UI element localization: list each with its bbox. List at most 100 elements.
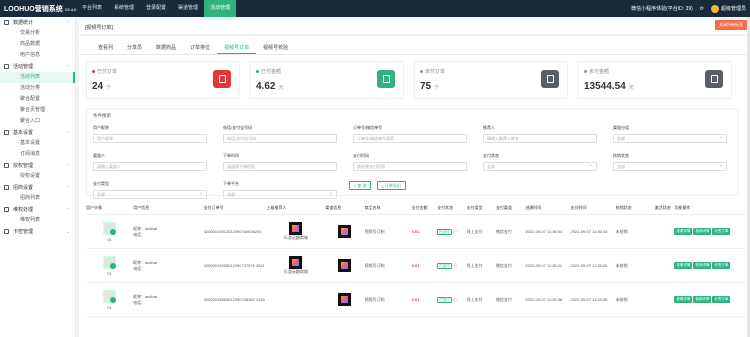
sidebar-group[interactable]: 卡密管理 ⌄: [0, 226, 75, 237]
refresh-icon[interactable]: ⟳: [700, 6, 704, 12]
user-info-cell: 昵称：axdhat 电话：: [133, 226, 204, 238]
tab[interactable]: 查看列: [91, 42, 120, 54]
filter-select[interactable]: 全部: [613, 162, 727, 171]
user-avatar[interactable]: [103, 289, 117, 303]
tab[interactable]: 数据商品: [149, 42, 183, 54]
nav-item[interactable]: 渠道管理: [172, 0, 204, 17]
column-header[interactable]: 核销状态: [616, 205, 655, 211]
sidebar-item[interactable]: 招商列表: [0, 193, 75, 204]
nav-item[interactable]: 活动管理: [204, 0, 237, 17]
tab[interactable]: 视频号校验: [256, 42, 295, 54]
tab[interactable]: 视频号订单: [217, 42, 257, 54]
mini-program-selector[interactable]: 微信小程序体验(平台ID: 39): [631, 5, 693, 12]
close-all-tabs-button[interactable]: 关闭所有标签: [715, 20, 747, 30]
paid-cell: 2022-09-07 11:35:26: [570, 263, 608, 268]
action-button[interactable]: 核销详情: [693, 228, 712, 235]
column-header[interactable]: 创建时间: [525, 205, 570, 211]
info-icon[interactable]: ⓘ: [452, 297, 457, 302]
filter-input[interactable]: 请选择支付时间: [353, 162, 467, 171]
avatar-cell: 01: [86, 221, 133, 242]
nav-item[interactable]: 登录配置: [140, 0, 172, 17]
referrer-cell: 乐游云趣商城: [266, 222, 325, 241]
ptype-cell: 线上支付: [466, 262, 483, 268]
stat-value-number: 4.62: [256, 81, 276, 92]
sidebar-item[interactable]: 聚合入口: [0, 116, 75, 127]
product-name: 视频号订制: [364, 296, 385, 302]
filter-input[interactable]: 请输入渠道人: [93, 162, 207, 171]
sidebar-item[interactable]: 活动分类: [0, 83, 75, 94]
sidebar-item[interactable]: 授权设置: [0, 171, 75, 182]
breadcrumb-tag[interactable]: [视频号订单]: [85, 24, 113, 31]
channel-qr: [338, 259, 352, 272]
action-button[interactable]: 核销详情: [693, 262, 712, 269]
column-header[interactable]: 用户头像: [86, 205, 133, 211]
column-header[interactable]: 支付金额: [412, 205, 438, 211]
search-button-label: 查 询: [357, 183, 367, 188]
sidebar-group[interactable]: 基本设置 ⌃: [0, 127, 75, 138]
sidebar-item[interactable]: 交易分析: [0, 28, 75, 39]
action-button[interactable]: 查看详情: [674, 296, 693, 303]
sidebar-item[interactable]: 活动列表: [0, 72, 75, 83]
user-avatar[interactable]: [103, 255, 117, 269]
column-header[interactable]: 上级推荐人: [266, 205, 325, 211]
sidebar-group[interactable]: 招商设置 ⌃: [0, 182, 75, 193]
sidebar-group-label: 基本设置: [13, 130, 34, 136]
column-header[interactable]: 支付订单号: [204, 205, 267, 211]
sidebar-group[interactable]: 活动管理 ⌃: [0, 61, 75, 72]
sidebar-item[interactable]: 商品数据: [0, 39, 75, 50]
filter-input[interactable]: 订单号/微信单号搜索: [353, 134, 467, 143]
sidebar-item[interactable]: 基本设置: [0, 138, 75, 149]
stat-unit: 个: [106, 85, 112, 91]
sidebar-item[interactable]: 用户信息: [0, 50, 75, 61]
user-avatar[interactable]: [103, 221, 117, 235]
filter-input[interactable]: 用户昵称: [93, 134, 207, 143]
column-header[interactable]: 渠道信息: [325, 205, 364, 211]
filter-select[interactable]: 全部: [93, 190, 207, 199]
action-button[interactable]: 补签订单: [712, 262, 731, 269]
order-number: 42000015912012090780006291: [203, 229, 262, 234]
sidebar-group[interactable]: 数据统计 ⌃: [0, 17, 75, 28]
filter-input[interactable]: 请输入推荐人姓名: [483, 134, 597, 143]
column-header[interactable]: 支付类型: [467, 205, 496, 211]
search-button[interactable]: ⌕ 查 询: [349, 181, 372, 190]
action-button[interactable]: 补签订单: [712, 296, 731, 303]
sidebar-group-label: 活动管理: [13, 64, 34, 70]
sidebar-group[interactable]: 授权管理 ⌃: [0, 160, 75, 171]
column-header[interactable]: 支付时间: [570, 205, 615, 211]
action-button[interactable]: 补签订单: [712, 228, 731, 235]
referrer-name: 乐游云趣商城: [283, 235, 308, 240]
export-button[interactable]: ⤓ 订单导出: [377, 181, 406, 190]
info-icon[interactable]: ⓘ: [452, 263, 457, 268]
column-header[interactable]: 用户信息: [133, 205, 204, 211]
action-button[interactable]: 查看详情: [674, 262, 693, 269]
filter-input[interactable]: 电话/支付宝号码: [223, 134, 337, 143]
menu-icon: [4, 130, 9, 135]
sidebar-group[interactable]: 维权处理 ⌃: [0, 204, 75, 215]
tab[interactable]: 分享员: [120, 42, 149, 54]
action-button[interactable]: 核销详情: [693, 296, 712, 303]
sidebar-item[interactable]: 维权列表: [0, 215, 75, 226]
app-logo[interactable]: LOOHUO营销系统 V3.4.0: [0, 4, 76, 14]
tab[interactable]: 订单排位: [183, 42, 217, 54]
user-menu[interactable]: 超级管理员: [710, 4, 746, 13]
column-header[interactable]: 商品名称: [365, 205, 412, 211]
filter-input[interactable]: 请选择下单时间: [223, 162, 337, 171]
sidebar-item[interactable]: 聚合页管理: [0, 105, 75, 116]
filter-select[interactable]: 全部: [613, 134, 727, 143]
filter-label: 渠道分组: [613, 125, 629, 130]
info-icon[interactable]: ⓘ: [452, 229, 457, 234]
column-header[interactable]: 功能操作: [674, 205, 745, 211]
channel-cell: 微信支付: [495, 228, 512, 234]
nav-item[interactable]: 平台列表: [76, 0, 108, 17]
nav-item[interactable]: 系统管理: [108, 0, 140, 17]
status-dot: [92, 70, 95, 73]
sidebar-item[interactable]: 聚合配置: [0, 94, 75, 105]
column-header[interactable]: 支付渠道: [496, 205, 525, 211]
sidebar-item[interactable]: 订阅消息: [0, 149, 75, 160]
action-button[interactable]: 查看详情: [674, 228, 693, 235]
column-header[interactable]: 支付状态: [437, 205, 466, 211]
filter-select[interactable]: 全部: [223, 190, 337, 199]
column-header[interactable]: 激活状态: [655, 205, 675, 211]
ptype-cell: 线上支付: [466, 296, 483, 302]
filter-select[interactable]: 全部: [483, 162, 597, 171]
